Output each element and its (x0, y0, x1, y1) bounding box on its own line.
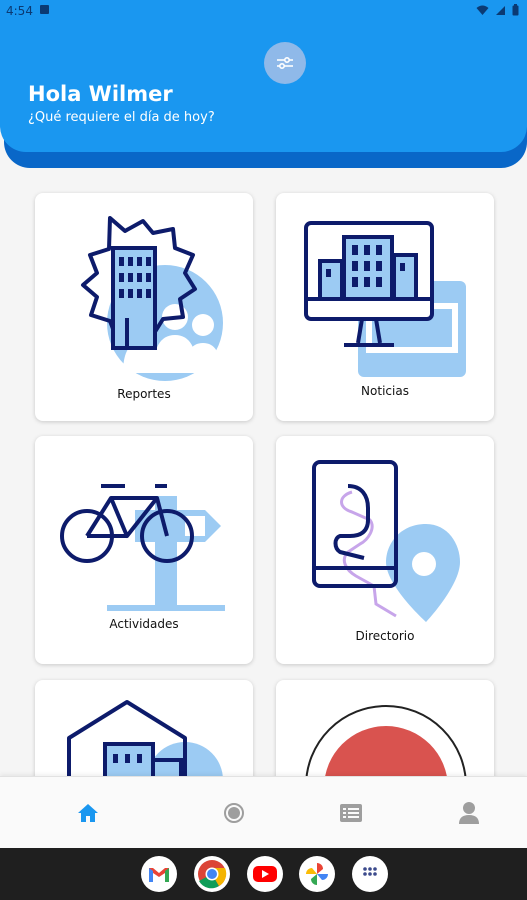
photos-app[interactable] (299, 856, 335, 892)
home-icon (78, 804, 98, 822)
gmail-icon (149, 868, 169, 882)
card-label: Reportes (117, 387, 171, 401)
nav-home[interactable] (74, 799, 102, 827)
greeting-title: Hola Wilmer (28, 82, 173, 106)
chrome-app[interactable] (194, 856, 230, 892)
bottom-navigation (0, 776, 527, 849)
android-taskbar (0, 848, 527, 900)
status-time: 4:54 (6, 4, 33, 18)
user-icon (459, 802, 479, 824)
radio-target-icon (224, 803, 244, 823)
battery-icon (512, 4, 519, 16)
status-bar-overlay: 4:54 (0, 0, 527, 22)
nav-list[interactable] (337, 799, 365, 827)
nav-profile[interactable] (455, 799, 483, 827)
notification-icon (40, 5, 49, 14)
sliders-icon (277, 56, 293, 70)
app-drawer-icon (363, 867, 377, 876)
gmail-app[interactable] (141, 856, 177, 892)
youtube-app[interactable] (247, 856, 283, 892)
card-noticias[interactable]: Noticias (276, 193, 494, 421)
header: 4:54 Hola Wilmer ¿Qué requiere el día de… (0, 0, 527, 152)
youtube-icon (253, 866, 277, 882)
signal-icon (496, 5, 505, 15)
card-directorio[interactable]: Directorio (276, 436, 494, 664)
app-drawer[interactable] (352, 856, 388, 892)
list-icon (340, 804, 362, 822)
wifi-icon (476, 5, 489, 15)
greeting-subtitle: ¿Qué requiere el día de hoy? (28, 110, 215, 125)
settings-button[interactable] (264, 42, 306, 84)
card-reportes[interactable]: Reportes (35, 193, 253, 421)
card-label: Actividades (109, 617, 179, 631)
chrome-icon (198, 860, 227, 889)
card-actividades[interactable]: Actividades (35, 436, 253, 664)
status-icons (476, 4, 519, 16)
card-label: Noticias (361, 384, 409, 398)
photos-icon (306, 863, 328, 885)
nav-radio[interactable] (220, 799, 248, 827)
card-label: Directorio (355, 629, 415, 643)
